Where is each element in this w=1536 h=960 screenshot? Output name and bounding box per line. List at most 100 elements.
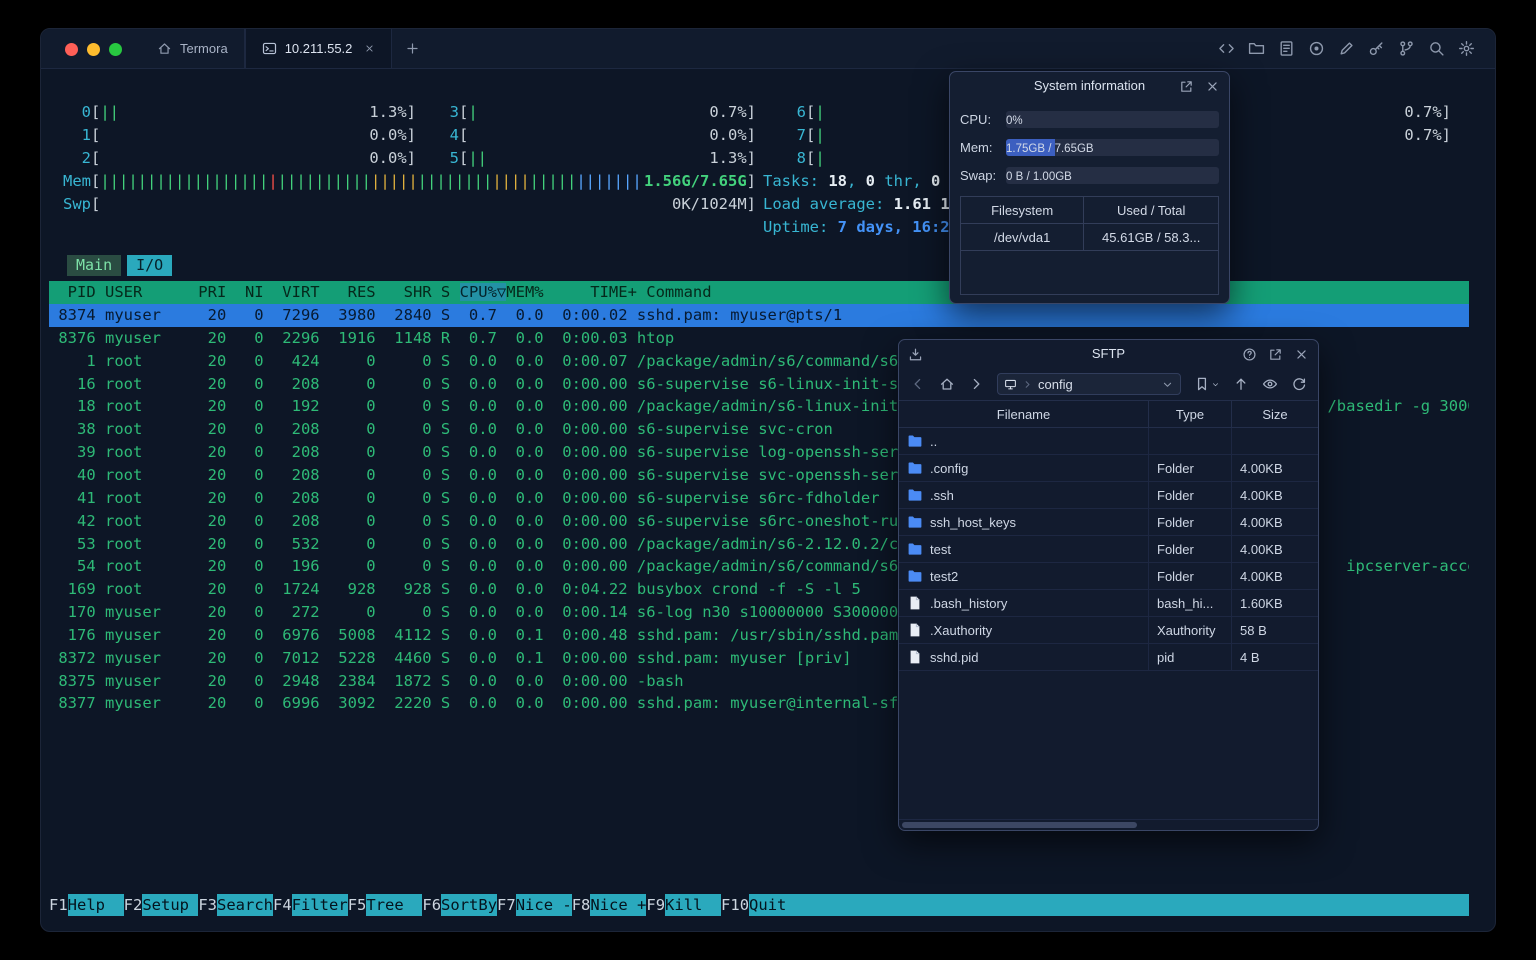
zoom-window-button[interactable] <box>109 43 122 56</box>
bookmark-icon[interactable] <box>1194 376 1210 392</box>
fn-f9-button[interactable]: F9 Kill <box>646 894 722 916</box>
cpu-meter-0: 0[|| 1.3%] <box>63 103 416 121</box>
file-name: .. <box>930 433 938 449</box>
log-icon[interactable] <box>1278 40 1295 57</box>
bookmark-dropdown-icon[interactable] <box>1211 380 1220 389</box>
chevron-down-icon[interactable] <box>1161 378 1174 391</box>
open-in-window-icon[interactable] <box>1268 347 1283 362</box>
file-type: Folder <box>1149 509 1232 535</box>
file-row[interactable]: .bash_history bash_hi... 1.60KB <box>899 590 1318 617</box>
fn-f8-button[interactable]: F8 Nice + <box>572 894 647 916</box>
fn-f4-button[interactable]: F4 Filter <box>273 894 348 916</box>
file-row[interactable]: ssh_host_keys Folder 4.00KB <box>899 509 1318 536</box>
fn-f3-button[interactable]: F3 Search <box>198 894 274 916</box>
filesystem-table: Filesystem Used / Total /dev/vda1 45.61GB… <box>960 196 1219 295</box>
fnbar-fill <box>805 894 1469 916</box>
show-hidden-icon[interactable] <box>1262 376 1278 392</box>
close-panel-icon[interactable] <box>1294 347 1309 362</box>
close-panel-icon[interactable] <box>1205 79 1220 94</box>
folder-icon[interactable] <box>1248 40 1265 57</box>
file-row[interactable]: test Folder 4.00KB <box>899 536 1318 563</box>
fn-f2-button[interactable]: F2 Setup <box>124 894 199 916</box>
new-tab-button[interactable] <box>392 29 433 68</box>
file-row[interactable]: test2 Folder 4.00KB <box>899 563 1318 590</box>
file-name: .Xauthority <box>930 622 993 638</box>
memory-meter: Mem[|||||||||||||||||| | |||||||||| ||||| ||… <box>63 172 756 190</box>
meter-label: CPU: <box>960 112 992 127</box>
close-window-button[interactable] <box>65 43 78 56</box>
file-name: .config <box>930 460 969 476</box>
fs-col-used-total: Used / Total <box>1116 202 1186 218</box>
key-icon[interactable] <box>1368 40 1385 57</box>
forward-icon[interactable] <box>968 376 984 392</box>
fs-col-filesystem: Filesystem <box>961 197 1085 223</box>
filesystem-row[interactable]: /dev/vda1 45.61GB / 58.3... <box>961 224 1218 251</box>
fn-f10-button[interactable]: F10 Quit <box>721 894 806 916</box>
file-row[interactable]: .Xauthority Xauthority 58 B <box>899 617 1318 644</box>
htop-tab-io[interactable]: I/O <box>127 255 173 276</box>
file-size: 4.00KB <box>1240 514 1283 530</box>
file-type: Folder <box>1149 563 1232 589</box>
close-tab-icon[interactable] <box>364 43 375 54</box>
col-filename[interactable]: Filename <box>899 401 1149 427</box>
folder-icon <box>907 568 923 584</box>
sort-column-cpu[interactable]: CPU%▽ <box>459 283 507 301</box>
file-type: Folder <box>1149 455 1232 481</box>
path-breadcrumb[interactable]: config <box>997 373 1181 395</box>
file-size: 58 B <box>1240 622 1267 638</box>
file-icon <box>907 649 923 665</box>
back-icon[interactable] <box>910 376 926 392</box>
breadcrumb-separator-icon <box>1021 378 1034 391</box>
meter-value: 0 B / 1.00GB <box>1006 171 1072 183</box>
help-icon[interactable] <box>1242 347 1257 362</box>
scrollbar-thumb[interactable] <box>902 822 1137 828</box>
file-type <box>1149 428 1232 454</box>
tab-ssh-session[interactable]: 10.211.55.2 <box>244 29 393 68</box>
fn-f5-button[interactable]: F5 Tree <box>348 894 423 916</box>
record-icon[interactable] <box>1308 40 1325 57</box>
current-directory: config <box>1038 376 1073 392</box>
file-row[interactable]: .config Folder 4.00KB <box>899 455 1318 482</box>
terminal-icon <box>262 41 277 56</box>
search-icon[interactable] <box>1428 40 1445 57</box>
window-titlebar: Termora 10.211.55.2 <box>41 29 1495 69</box>
file-row[interactable]: sshd.pid pid 4 B <box>899 644 1318 671</box>
window-toolbar <box>1218 29 1495 68</box>
refresh-icon[interactable] <box>1291 376 1307 392</box>
folder-icon <box>907 514 923 530</box>
file-table-header[interactable]: Filename Type Size <box>899 400 1318 428</box>
folder-icon <box>907 541 923 557</box>
sftp-title: SFTP <box>1091 346 1126 361</box>
parent-directory-icon[interactable] <box>1233 376 1249 392</box>
col-size[interactable]: Size <box>1232 401 1318 427</box>
open-in-window-icon[interactable] <box>1179 79 1194 94</box>
file-row[interactable]: .. <box>899 428 1318 455</box>
meter-label: Mem: <box>960 140 993 155</box>
horizontal-scrollbar[interactable] <box>899 819 1318 830</box>
branch-icon[interactable] <box>1398 40 1415 57</box>
fn-f7-button[interactable]: F7 Nice - <box>497 894 572 916</box>
meter-bar: 0 B / 1.00GB <box>1006 167 1219 184</box>
file-name: test2 <box>930 568 959 584</box>
fn-f6-button[interactable]: F6 SortBy <box>422 894 498 916</box>
folder-icon <box>907 487 923 503</box>
file-type: pid <box>1149 644 1232 670</box>
htop-tab-main[interactable]: Main <box>67 255 122 276</box>
file-size: 4.00KB <box>1240 487 1283 503</box>
file-type: Folder <box>1149 482 1232 508</box>
home-icon[interactable] <box>939 376 955 392</box>
download-icon[interactable] <box>908 340 923 368</box>
file-row[interactable]: .ssh Folder 4.00KB <box>899 482 1318 509</box>
process-row-8374[interactable]: 8374 myuser 20 0 7296 3980 2840 S 0.7 0.… <box>49 304 1469 327</box>
settings-icon[interactable] <box>1458 40 1475 57</box>
fn-f1-button[interactable]: F1 Help <box>49 894 124 916</box>
code-icon[interactable] <box>1218 40 1235 57</box>
tab-termora-home[interactable]: Termora <box>141 29 245 68</box>
cpu-meter-3: 3[| 0.7%] <box>431 103 756 121</box>
file-type: Xauthority <box>1149 617 1232 643</box>
minimize-window-button[interactable] <box>87 43 100 56</box>
htop-summary-line: Uptime: 7 days, 16:2 <box>763 218 950 236</box>
col-type[interactable]: Type <box>1149 401 1232 427</box>
pencil-icon[interactable] <box>1338 40 1355 57</box>
process-table-header[interactable]: PID USER PRI NI VIRT RES SHR S CPU%▽MEM%… <box>49 281 1469 304</box>
